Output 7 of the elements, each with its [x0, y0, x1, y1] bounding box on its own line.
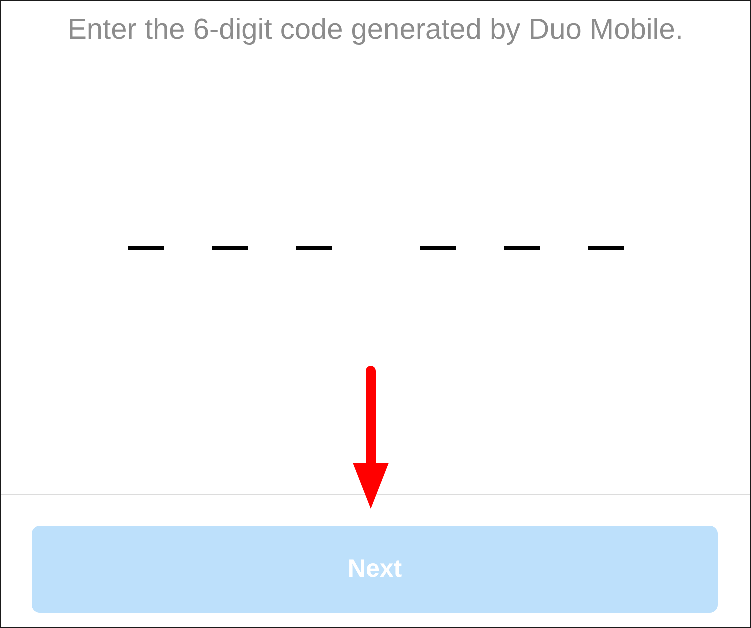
code-digit-field[interactable] [296, 246, 332, 250]
code-digit-field[interactable] [212, 246, 248, 250]
code-digit-field[interactable] [128, 246, 164, 250]
code-digit-field[interactable] [420, 246, 456, 250]
code-digit-field[interactable] [504, 246, 540, 250]
instruction-text: Enter the 6-digit code generated by Duo Mobile. [68, 13, 684, 47]
code-digit-field[interactable] [588, 246, 624, 250]
